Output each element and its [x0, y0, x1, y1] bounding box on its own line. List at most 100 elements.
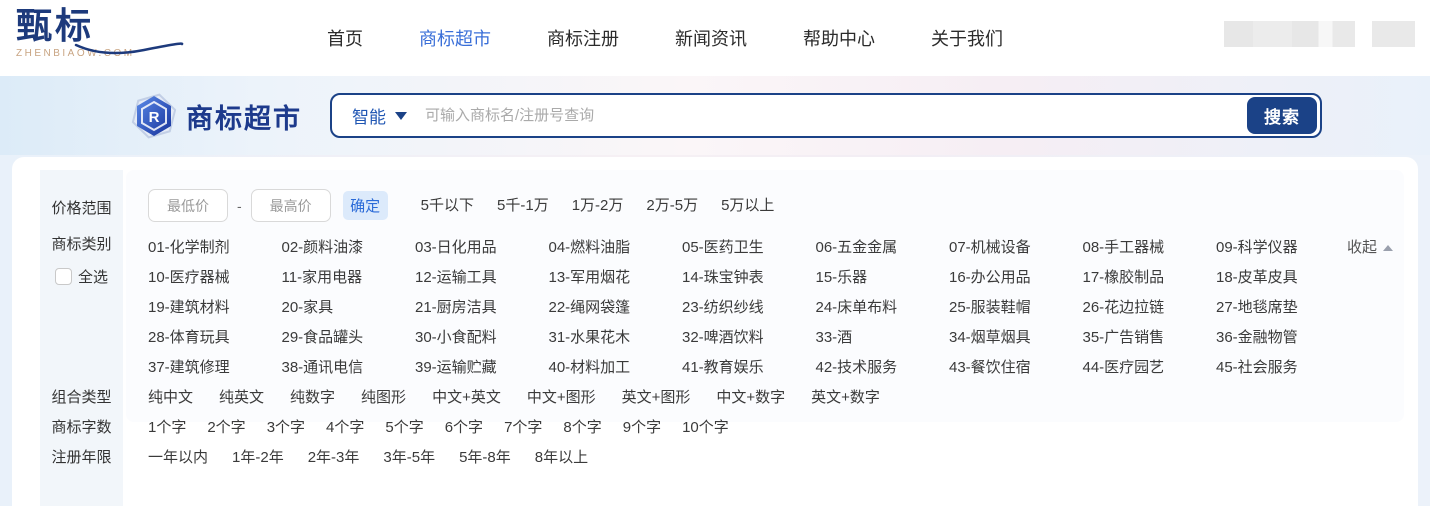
category-option[interactable]: 30-小食配料 [415, 323, 549, 353]
combo-option[interactable]: 纯中文 [148, 383, 193, 413]
search-section: R 商标超市 智能 搜索 [0, 76, 1430, 156]
search-mode-dropdown[interactable]: 智能 [332, 103, 425, 128]
price-option[interactable]: 2万-5万 [646, 189, 698, 222]
price-option[interactable]: 5万以上 [721, 189, 774, 222]
category-option[interactable]: 12-运输工具 [415, 263, 549, 293]
select-all-checkbox[interactable] [54, 268, 72, 285]
combo-option[interactable]: 中文+图形 [527, 383, 596, 413]
min-price-input[interactable] [148, 189, 228, 222]
reg-years-option[interactable]: 3年-5年 [383, 443, 435, 473]
category-option[interactable]: 07-机械设备 [949, 233, 1083, 263]
category-option[interactable]: 40-材料加工 [549, 353, 683, 383]
category-option[interactable]: 38-通讯电信 [282, 353, 416, 383]
category-option[interactable]: 16-办公用品 [949, 263, 1083, 293]
category-option[interactable]: 37-建筑修理 [148, 353, 282, 383]
category-option[interactable]: 26-花边拉链 [1083, 293, 1217, 323]
category-option[interactable]: 06-五金金属 [816, 233, 950, 263]
category-option[interactable]: 35-广告销售 [1083, 323, 1217, 353]
nav-item[interactable]: 新闻资讯 [675, 25, 747, 51]
category-option[interactable]: 31-水果花木 [549, 323, 683, 353]
brand-logo[interactable]: 甄标 ZHENBIAOW.COM [16, 6, 184, 59]
price-confirm-button[interactable]: 确定 [342, 191, 388, 220]
word-count-option[interactable]: 10个字 [682, 413, 729, 443]
price-option[interactable]: 1万-2万 [572, 189, 624, 222]
category-option[interactable]: 20-家具 [282, 293, 416, 323]
category-option[interactable]: 19-建筑材料 [148, 293, 282, 323]
category-option[interactable]: 24-床单布料 [816, 293, 950, 323]
reg-years-option[interactable]: 1年-2年 [232, 443, 284, 473]
combo-option[interactable]: 英文+数字 [811, 383, 880, 413]
word-count-option[interactable]: 4个字 [326, 413, 364, 443]
svg-text:R: R [149, 109, 160, 126]
category-option[interactable]: 27-地毯席垫 [1216, 293, 1350, 323]
reg-years-option[interactable]: 5年-8年 [459, 443, 511, 473]
combo-option[interactable]: 中文+英文 [432, 383, 501, 413]
price-option[interactable]: 5千-1万 [497, 189, 549, 222]
category-option[interactable]: 11-家用电器 [282, 263, 416, 293]
category-option[interactable]: 09-科学仪器 [1216, 233, 1350, 263]
category-option[interactable]: 14-珠宝钟表 [682, 263, 816, 293]
category-option[interactable]: 13-军用烟花 [549, 263, 683, 293]
nav-item[interactable]: 首页 [327, 25, 363, 51]
nav-item[interactable]: 商标注册 [547, 25, 619, 51]
category-option[interactable]: 45-社会服务 [1216, 353, 1350, 383]
category-option[interactable]: 32-啤酒饮料 [682, 323, 816, 353]
top-header: 甄标 ZHENBIAOW.COM 首页 商标超市 商标注册 新闻资讯 帮助中心 关于我们 [0, 0, 1430, 76]
category-option[interactable]: 04-燃料油脂 [549, 233, 683, 263]
category-option[interactable]: 41-教育娱乐 [682, 353, 816, 383]
header-placeholder-block [1372, 21, 1415, 47]
collapse-toggle[interactable]: 收起 [1347, 233, 1393, 263]
category-label-cell: 商标类别 全选 [40, 233, 123, 287]
combo-option[interactable]: 纯图形 [361, 383, 406, 413]
max-price-input[interactable] [250, 189, 331, 222]
reg-years-option[interactable]: 2年-3年 [308, 443, 360, 473]
price-option[interactable]: 5千以下 [421, 189, 474, 222]
category-option[interactable]: 28-体育玩具 [148, 323, 282, 353]
category-option[interactable]: 33-酒 [816, 323, 950, 353]
combo-option[interactable]: 中文+数字 [716, 383, 785, 413]
nav-item[interactable]: 关于我们 [931, 25, 1003, 51]
category-option[interactable]: 44-医疗园艺 [1083, 353, 1217, 383]
category-option[interactable]: 23-纺织纱线 [682, 293, 816, 323]
nav-item[interactable]: 帮助中心 [803, 25, 875, 51]
word-count-option[interactable]: 8个字 [563, 413, 601, 443]
combo-option[interactable]: 纯英文 [219, 383, 264, 413]
category-option[interactable]: 39-运输贮藏 [415, 353, 549, 383]
category-option[interactable]: 29-食品罐头 [282, 323, 416, 353]
combo-option[interactable]: 纯数字 [290, 383, 335, 413]
category-option[interactable]: 18-皮革皮具 [1216, 263, 1350, 293]
logo-swoosh-decoration [74, 42, 184, 55]
word-count-option[interactable]: 2个字 [207, 413, 245, 443]
category-option[interactable]: 05-医药卫生 [682, 233, 816, 263]
word-count-option[interactable]: 3个字 [267, 413, 305, 443]
search-input[interactable] [425, 95, 1247, 136]
category-option[interactable]: 01-化学制剂 [148, 233, 282, 263]
header-placeholder-block [1224, 21, 1355, 47]
category-option[interactable]: 10-医疗器械 [148, 263, 282, 293]
word-count-option[interactable]: 5个字 [385, 413, 423, 443]
category-option[interactable]: 34-烟草烟具 [949, 323, 1083, 353]
reg-years-option[interactable]: 8年以上 [535, 443, 588, 473]
word-count-option[interactable]: 6个字 [445, 413, 483, 443]
category-option[interactable]: 17-橡胶制品 [1083, 263, 1217, 293]
category-option[interactable]: 25-服装鞋帽 [949, 293, 1083, 323]
combo-option[interactable]: 英文+图形 [622, 383, 691, 413]
word-count-option[interactable]: 7个字 [504, 413, 542, 443]
category-option[interactable]: 43-餐饮住宿 [949, 353, 1083, 383]
search-button[interactable]: 搜索 [1247, 97, 1317, 134]
filter-card: 价格范围 - 确定 5千以下 5千-1万 1万-2万 2万-5万 5万以上 商标类别 全… [12, 157, 1418, 506]
word-count-option[interactable]: 1个字 [148, 413, 186, 443]
select-all-checkbox-group[interactable]: 全选 [54, 266, 108, 287]
nav-item[interactable]: 商标超市 [419, 25, 491, 51]
reg-years-option[interactable]: 一年以内 [148, 443, 208, 473]
category-option[interactable]: 02-颜料油漆 [282, 233, 416, 263]
market-title: R 商标超市 [130, 92, 302, 140]
category-option[interactable]: 15-乐器 [816, 263, 950, 293]
category-option[interactable]: 21-厨房洁具 [415, 293, 549, 323]
word-count-option[interactable]: 9个字 [623, 413, 661, 443]
category-option[interactable]: 36-金融物管 [1216, 323, 1350, 353]
category-option[interactable]: 03-日化用品 [415, 233, 549, 263]
category-option[interactable]: 08-手工器械 [1083, 233, 1217, 263]
category-option[interactable]: 42-技术服务 [816, 353, 950, 383]
category-option[interactable]: 22-绳网袋篷 [549, 293, 683, 323]
